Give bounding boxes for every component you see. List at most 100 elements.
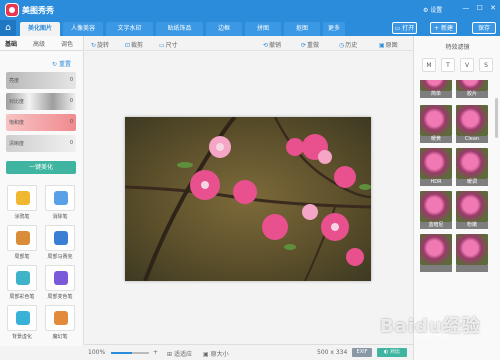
settings-button[interactable]: ⚙ 设置	[423, 5, 442, 14]
tool-doodle[interactable]: 涂鸦笔	[7, 185, 37, 222]
sharpness-value: 0	[69, 140, 73, 146]
edited-photo	[125, 117, 371, 281]
filter-tab-s[interactable]: S	[479, 58, 493, 72]
filter-item[interactable]: 暖调	[456, 148, 488, 186]
eraser-icon	[45, 185, 75, 211]
tab-cutout[interactable]: 抠图	[284, 22, 320, 36]
brush-icon	[7, 225, 37, 251]
one-key-beautify-button[interactable]: 一键美化	[6, 161, 76, 174]
contrast-slider[interactable]: 对比度 0	[6, 93, 76, 110]
subtab-color[interactable]: 调色	[61, 39, 73, 48]
filter-thumbnail	[420, 105, 452, 136]
tab-text-watermark[interactable]: 文字水印	[106, 22, 153, 36]
save-button[interactable]: 保存	[472, 22, 496, 34]
exif-button[interactable]: EXIF	[352, 348, 372, 357]
filter-thumbnail	[456, 80, 488, 91]
open-button[interactable]: ▭ 打开	[392, 22, 417, 34]
tab-frames[interactable]: 边框	[206, 22, 242, 36]
tab-more[interactable]: 更多	[323, 22, 345, 36]
brightness-slider[interactable]: 亮度 0	[6, 72, 76, 89]
filter-tab-v[interactable]: V	[460, 58, 474, 72]
new-button[interactable]: + 新建	[430, 22, 457, 34]
fit-label: 适适应	[173, 351, 192, 358]
filter-item[interactable]: HDR	[420, 148, 452, 186]
compare-label: 对比	[389, 349, 400, 355]
color-pen-icon	[7, 265, 37, 291]
filter-thumbnail	[456, 148, 488, 179]
filter-thumbnail	[420, 234, 452, 265]
filter-item[interactable]: 暖黄	[420, 105, 452, 143]
filter-item[interactable]: 粉嫩	[456, 191, 488, 229]
rotate-label: 旋转	[97, 42, 110, 49]
subtab-advanced[interactable]: 高级	[33, 39, 45, 48]
filter-label: 暖黄	[420, 136, 452, 143]
filter-scrollbar[interactable]	[495, 98, 498, 138]
filter-item[interactable]	[456, 234, 488, 272]
open-label: 打开	[402, 25, 415, 32]
filter-label: HDR	[420, 179, 452, 186]
redo-button[interactable]: ⟳重做	[301, 40, 319, 49]
resize-label: 尺寸	[165, 42, 178, 49]
zoom-in-icon[interactable]: +	[153, 349, 158, 356]
tool-label: 局部变色笔	[47, 294, 73, 300]
doodle-brush-icon	[7, 185, 37, 211]
tool-local-brush[interactable]: 局部笔	[7, 225, 37, 262]
tool-magic-pen[interactable]: 魔幻笔	[45, 305, 75, 342]
tool-label: 局部彩色笔	[9, 294, 35, 300]
main-nav: ⌂ 美化图片 人像美容 文字水印 贴纸饰品 边框 拼图 抠图 更多 ▭ 打开 +…	[0, 20, 500, 36]
zoom-slider[interactable]	[111, 352, 149, 354]
filter-label: 胶片	[456, 91, 488, 98]
tool-eraser[interactable]: 消除笔	[45, 185, 75, 222]
undo-label: 撤销	[269, 42, 282, 49]
filter-label: 粉嫩	[456, 222, 488, 229]
image-canvas[interactable]	[85, 51, 413, 344]
reset-button[interactable]: ↻ 重置	[52, 59, 71, 68]
crop-label: 裁剪	[131, 42, 144, 49]
tab-stickers[interactable]: 贴纸饰品	[156, 22, 203, 36]
filter-tab-m[interactable]: M	[422, 58, 436, 72]
tool-recolor[interactable]: 局部变色笔	[45, 265, 75, 302]
close-icon[interactable]: ✕	[490, 4, 496, 12]
settings-label: 设置	[430, 7, 443, 14]
actual-size-button[interactable]: ▣ 原大小	[203, 349, 229, 358]
tool-label: 涂鸦笔	[14, 214, 30, 220]
subtab-basic[interactable]: 基础	[5, 39, 17, 48]
sharpness-slider[interactable]: 清晰度 0	[6, 135, 76, 152]
filter-label	[456, 265, 488, 272]
redo-icon: ⟳	[301, 42, 307, 49]
mosaic-pen-icon	[45, 225, 75, 251]
saturation-slider[interactable]: 饱和度 0	[6, 114, 76, 131]
saturation-value: 0	[69, 119, 73, 125]
filter-thumbnail	[420, 148, 452, 179]
minimize-icon[interactable]: —	[462, 4, 469, 12]
compare-button[interactable]: ◐ 对比	[377, 348, 407, 357]
tab-beautify[interactable]: 美化图片	[20, 22, 60, 36]
recolor-pen-icon	[45, 265, 75, 291]
rotate-button[interactable]: ↻旋转	[91, 40, 109, 49]
window-controls: — ☐ ✕	[457, 4, 496, 12]
tab-collage[interactable]: 拼图	[245, 22, 281, 36]
filter-item[interactable]	[420, 234, 452, 272]
filter-tab-t[interactable]: T	[441, 58, 455, 72]
filter-item[interactable]: 蓝暗尼	[420, 191, 452, 229]
filter-thumbnail	[420, 80, 452, 91]
app-name: 美图秀秀	[22, 6, 54, 15]
maximize-icon[interactable]: ☐	[477, 4, 483, 12]
app-logo-icon	[5, 3, 19, 17]
filter-item[interactable]: Clean	[456, 105, 488, 143]
tool-label: 魔幻笔	[52, 334, 68, 340]
tab-portrait[interactable]: 人像美容	[63, 22, 103, 36]
tool-color-pen[interactable]: 局部彩色笔	[7, 265, 37, 302]
magic-pen-icon	[45, 305, 75, 331]
history-button[interactable]: ◷历史	[339, 40, 357, 49]
title-bar: 美图秀秀 ⚙ 设置 — ☐ ✕	[0, 0, 500, 20]
home-icon[interactable]: ⌂	[0, 20, 16, 36]
original-image-icon: ▣	[379, 42, 385, 49]
crop-button[interactable]: ⊡裁剪	[125, 40, 143, 49]
resize-button[interactable]: ▭尺寸	[159, 40, 178, 49]
tool-blur-background[interactable]: 背景虚化	[7, 305, 37, 342]
fit-button[interactable]: ⊞ 适适应	[167, 349, 192, 358]
undo-button[interactable]: ⟲撤销	[263, 40, 281, 49]
original-button[interactable]: ▣原图	[379, 40, 398, 49]
tool-mosaic[interactable]: 局部马赛克	[45, 225, 75, 262]
